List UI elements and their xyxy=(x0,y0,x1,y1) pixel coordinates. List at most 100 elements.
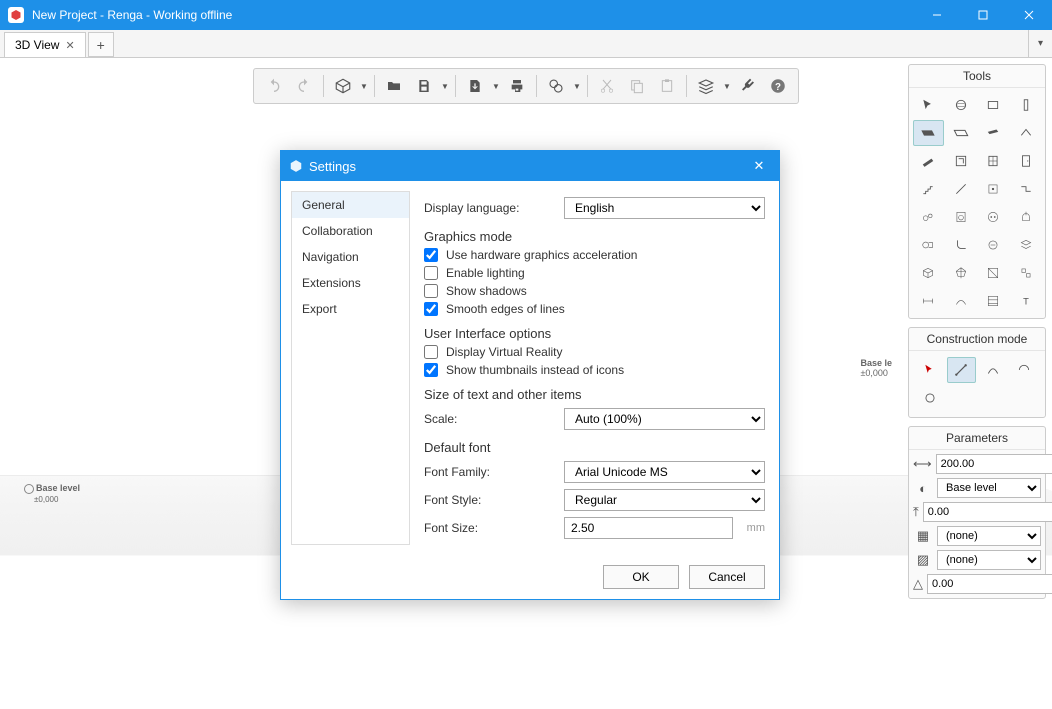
nav-extensions[interactable]: Extensions xyxy=(292,270,409,296)
svg-text:?: ? xyxy=(775,82,781,93)
tool-wall[interactable] xyxy=(913,120,944,146)
param-offset-input[interactable] xyxy=(923,502,1052,522)
cmode-point[interactable] xyxy=(915,357,945,383)
help-button[interactable]: ? xyxy=(764,73,792,99)
tool-roof[interactable] xyxy=(1011,120,1042,146)
nav-export[interactable]: Export xyxy=(292,296,409,322)
tool-duct[interactable] xyxy=(913,232,944,258)
cmode-arc3p[interactable] xyxy=(978,357,1008,383)
tab-close-icon[interactable]: ✕ xyxy=(65,39,74,52)
tool-polyhedron[interactable] xyxy=(946,260,977,286)
ok-button[interactable]: OK xyxy=(603,565,679,589)
cmode-line[interactable] xyxy=(947,357,977,383)
tab-label: 3D View xyxy=(15,38,59,52)
param-angle-input[interactable] xyxy=(927,574,1052,594)
nav-collaboration[interactable]: Collaboration xyxy=(292,218,409,244)
settings-button[interactable] xyxy=(734,73,762,99)
cut-button[interactable] xyxy=(593,73,621,99)
window-minimize[interactable] xyxy=(914,0,960,30)
project-dropdown[interactable]: ▼ xyxy=(359,82,369,91)
font-size-input[interactable] xyxy=(564,517,733,539)
base-level-marker-right: Base le ±0,000 xyxy=(860,358,892,378)
open-button[interactable] xyxy=(380,73,408,99)
styles-button[interactable] xyxy=(542,73,570,99)
cmode-arc[interactable] xyxy=(1010,357,1040,383)
construction-mode-panel: Construction mode xyxy=(908,327,1046,418)
chk-shadows[interactable]: Show shadows xyxy=(424,284,765,298)
tool-outlet[interactable] xyxy=(978,204,1009,230)
tool-select[interactable] xyxy=(913,92,944,118)
tool-fitting[interactable] xyxy=(946,232,977,258)
tool-accessory[interactable] xyxy=(978,232,1009,258)
chk-hw-accel[interactable]: Use hardware graphics acceleration xyxy=(424,248,765,262)
tool-opening[interactable] xyxy=(946,148,977,174)
window-close[interactable] xyxy=(1006,0,1052,30)
param-style1-select[interactable]: (none) xyxy=(937,526,1041,546)
export-dropdown[interactable]: ▼ xyxy=(491,82,501,91)
tool-text[interactable]: T xyxy=(1011,288,1042,314)
chk-smooth[interactable]: Smooth edges of lines xyxy=(424,302,765,316)
nav-general[interactable]: General xyxy=(292,192,409,218)
app-logo xyxy=(8,7,24,23)
dialog-title: Settings xyxy=(309,159,356,174)
tool-rebar[interactable] xyxy=(978,176,1009,202)
tool-ramp[interactable] xyxy=(913,148,944,174)
tool-element[interactable] xyxy=(1011,260,1042,286)
project-button[interactable] xyxy=(329,73,357,99)
param-offset-icon: ⤒ xyxy=(913,504,919,520)
undo-button[interactable] xyxy=(260,73,288,99)
parameters-panel-title: Parameters xyxy=(909,427,1045,450)
dialog-titlebar[interactable]: Settings ✕ xyxy=(281,151,779,181)
font-family-select[interactable]: Arial Unicode MS xyxy=(564,461,765,483)
tool-window[interactable] xyxy=(978,148,1009,174)
save-button[interactable] xyxy=(410,73,438,99)
tabbar-menu[interactable]: ▾ xyxy=(1028,30,1052,57)
tool-door[interactable] xyxy=(1011,148,1042,174)
tool-dimension[interactable] xyxy=(913,288,944,314)
tool-plane[interactable] xyxy=(978,92,1009,118)
scale-select[interactable]: Auto (100%) xyxy=(564,408,765,430)
chk-thumbs[interactable]: Show thumbnails instead of icons xyxy=(424,363,765,377)
tool-cube[interactable] xyxy=(913,260,944,286)
redo-button[interactable] xyxy=(290,73,318,99)
tool-stair[interactable] xyxy=(913,176,944,202)
tool-line[interactable] xyxy=(946,176,977,202)
tool-fixture[interactable] xyxy=(1011,204,1042,230)
dialog-close-icon[interactable]: ✕ xyxy=(747,158,771,174)
param-level-select[interactable]: Base level xyxy=(937,478,1041,498)
tools-panel: Tools xyxy=(908,64,1046,319)
cmode-circle[interactable] xyxy=(915,385,945,411)
new-tab-button[interactable]: + xyxy=(88,32,114,57)
tool-pipe[interactable] xyxy=(1011,176,1042,202)
tool-section[interactable] xyxy=(978,260,1009,286)
save-dropdown[interactable]: ▼ xyxy=(440,82,450,91)
tool-column[interactable] xyxy=(1011,92,1042,118)
tool-equipment[interactable] xyxy=(913,204,944,230)
font-style-select[interactable]: Regular xyxy=(564,489,765,511)
print-button[interactable] xyxy=(503,73,531,99)
display-language-select[interactable]: English xyxy=(564,197,765,219)
window-maximize[interactable] xyxy=(960,0,1006,30)
nav-navigation[interactable]: Navigation xyxy=(292,244,409,270)
copy-button[interactable] xyxy=(623,73,651,99)
layers-dropdown[interactable]: ▼ xyxy=(722,82,732,91)
tool-washer[interactable] xyxy=(946,204,977,230)
tool-sphere[interactable] xyxy=(946,92,977,118)
chk-lighting[interactable]: Enable lighting xyxy=(424,266,765,280)
tool-beam[interactable] xyxy=(978,120,1009,146)
chk-vr[interactable]: Display Virtual Reality xyxy=(424,345,765,359)
cancel-button[interactable]: Cancel xyxy=(689,565,765,589)
export-button[interactable] xyxy=(461,73,489,99)
scale-label: Scale: xyxy=(424,412,564,426)
tool-layers[interactable] xyxy=(1011,232,1042,258)
param-style2-select[interactable]: (none) xyxy=(937,550,1041,570)
layers-button[interactable] xyxy=(692,73,720,99)
styles-dropdown[interactable]: ▼ xyxy=(572,82,582,91)
param-thickness-input[interactable] xyxy=(936,454,1052,474)
tool-slab[interactable] xyxy=(946,120,977,146)
window-titlebar: New Project - Renga - Working offline xyxy=(0,0,1052,30)
paste-button[interactable] xyxy=(653,73,681,99)
tool-hatch[interactable] xyxy=(978,288,1009,314)
tab-3d-view[interactable]: 3D View ✕ xyxy=(4,32,86,57)
tool-arc[interactable] xyxy=(946,288,977,314)
